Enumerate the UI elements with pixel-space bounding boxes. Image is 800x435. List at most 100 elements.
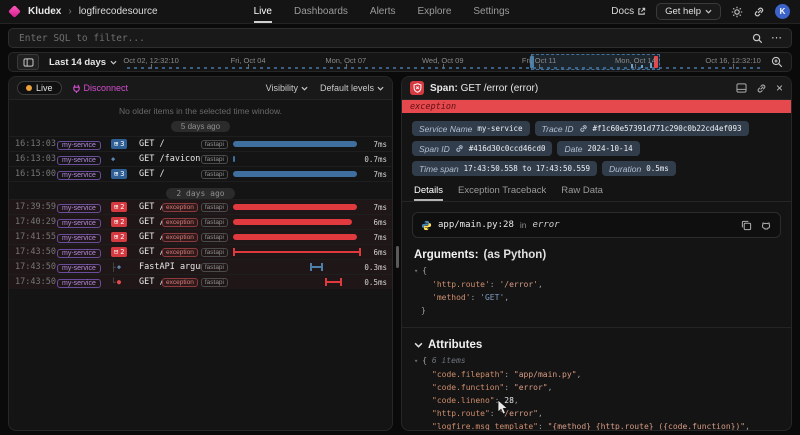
code-location-bar[interactable]: app/main.py:28 in error	[412, 212, 781, 238]
row-marker[interactable]: ⊞2	[111, 217, 139, 226]
row-marker[interactable]: ⊟2	[111, 247, 139, 256]
chip-label: Span ID	[419, 144, 450, 154]
tag-fastapi: fastapi	[201, 233, 228, 242]
tag-fastapi: fastapi	[201, 218, 228, 227]
zoom-in-icon[interactable]	[771, 56, 783, 68]
timeline-baseline	[127, 67, 761, 69]
row-message: GET /	[139, 139, 201, 149]
levels-dropdown[interactable]: Default levels	[320, 83, 384, 93]
visibility-dropdown[interactable]: Visibility	[266, 83, 308, 93]
tree-connector: ├	[111, 263, 116, 272]
live-toggle-button[interactable]: Live	[17, 81, 62, 95]
close-icon[interactable]: ×	[776, 82, 783, 94]
external-link-icon	[637, 7, 646, 16]
fold-chevron-icon[interactable]: ▾	[414, 357, 418, 365]
nav-settings[interactable]: Settings	[473, 0, 509, 23]
breadcrumb-project[interactable]: logfirecodesource	[79, 6, 158, 17]
visibility-label: Visibility	[266, 83, 298, 93]
timeline-tick-mark	[539, 64, 540, 69]
children-count-badge[interactable]: ⊟2	[111, 247, 127, 256]
fold-chevron-icon[interactable]: ▾	[414, 267, 418, 275]
trace-row[interactable]: 17:43:50my-service⊟2GET /errorexceptionf…	[9, 244, 392, 259]
children-count-badge[interactable]: ⊞2	[111, 217, 127, 226]
trace-row[interactable]: 17:43:50my-service└●GET /error (error)ex…	[9, 274, 392, 289]
trace-row[interactable]: 16:13:03my-service⊞3GET /fastapi7ms	[9, 136, 392, 151]
service-tag: my-service	[57, 156, 101, 165]
row-service: my-service	[57, 202, 111, 213]
nav-dashboards[interactable]: Dashboards	[294, 0, 348, 23]
children-count-badge[interactable]: ⊞2	[111, 232, 127, 241]
tag-fastapi: fastapi	[201, 140, 228, 149]
breadcrumb-separator: ›	[68, 6, 71, 17]
tag-fastapi: fastapi	[201, 170, 228, 179]
dock-panel-icon[interactable]	[736, 83, 747, 93]
copy-icon[interactable]	[741, 220, 752, 231]
trace-row[interactable]: 17:39:59my-service⊞2GET /errorexceptionf…	[9, 199, 392, 214]
share-link-icon[interactable]	[753, 6, 765, 18]
row-marker[interactable]: ├◆	[111, 263, 139, 272]
docs-link[interactable]: Docs	[611, 6, 646, 17]
row-timestamp: 16:15:00	[15, 169, 57, 179]
row-marker[interactable]: └●	[111, 278, 139, 287]
disconnect-button[interactable]: Disconnect	[72, 83, 129, 93]
sidebar-toggle-icon[interactable]	[17, 54, 39, 70]
get-help-button[interactable]: Get help	[656, 3, 721, 20]
row-marker[interactable]: ⊞2	[111, 232, 139, 241]
theme-toggle-icon[interactable]	[731, 6, 743, 18]
breadcrumb-org[interactable]: Kludex	[28, 6, 61, 17]
code-function-name: error	[532, 220, 559, 230]
attributes-heading[interactable]: Attributes	[414, 339, 779, 351]
trace-row[interactable]: 17:41:55my-service⊞2GET /errorexceptionf…	[9, 229, 392, 244]
children-count-badge[interactable]: ⊞3	[111, 139, 127, 148]
children-count-badge[interactable]: ⊞3	[111, 169, 127, 178]
disconnect-label: Disconnect	[84, 83, 129, 93]
trace-row[interactable]: 17:43:50my-service├◆FastAPI argumentsfas…	[9, 259, 392, 274]
time-range-label: Last 14 days	[49, 57, 106, 68]
row-timestamp: 16:13:03	[15, 154, 57, 164]
service-tag: my-service	[57, 234, 101, 243]
chip-value: #f1c60e57391d771c290c0b22cd4ef093	[593, 124, 742, 133]
time-range-selector[interactable]: Last 14 days	[49, 57, 117, 68]
user-avatar[interactable]: K	[775, 4, 790, 19]
row-marker[interactable]: ⊞3	[111, 139, 139, 148]
tab-raw-data[interactable]: Raw Data	[561, 185, 603, 201]
trace-row[interactable]: 17:40:29my-service⊞2GET /errorexceptionf…	[9, 214, 392, 229]
group-row: 2 days ago	[9, 181, 392, 199]
row-marker[interactable]: ⊞3	[111, 169, 139, 178]
timeline-track[interactable]: Oct 02, 12:32:10Fri, Oct 04Mon, Oct 07We…	[127, 53, 761, 71]
tab-exception-traceback[interactable]: Exception Traceback	[458, 185, 546, 201]
meta-chip: Time span17:43:50.558 to 17:43:50.559	[412, 161, 597, 176]
link-icon	[455, 144, 464, 153]
error-dot-icon: ●	[117, 278, 121, 286]
span-detail-panel: Span: GET /error (error) × exception Ser…	[401, 76, 792, 431]
timeline-tick-mark	[635, 64, 636, 69]
live-status-dot	[26, 85, 32, 91]
row-marker[interactable]: ⊞2	[111, 202, 139, 211]
search-icon[interactable]	[752, 33, 763, 44]
trace-row[interactable]: 16:13:03my-service◆GET /favicon.icofasta…	[9, 151, 392, 166]
row-bar-zone	[233, 203, 357, 212]
nav-live[interactable]: Live	[254, 0, 272, 23]
expand-icon: ⊞	[114, 233, 118, 241]
duration-bar	[233, 234, 357, 240]
nav-alerts[interactable]: Alerts	[370, 0, 396, 23]
row-marker[interactable]: ◆	[111, 155, 139, 163]
github-icon[interactable]	[761, 220, 772, 231]
children-count-badge[interactable]: ⊞2	[111, 202, 127, 211]
service-tag: my-service	[57, 249, 101, 258]
code-line: ▾{ 6 items	[414, 354, 779, 368]
panel-divider[interactable]	[393, 76, 401, 431]
row-bar-zone	[233, 263, 357, 272]
divider-drag-handle[interactable]	[396, 246, 399, 268]
more-options-icon[interactable]: ⋯	[771, 33, 783, 44]
trace-list-panel: Live Disconnect Visibility Default level…	[8, 76, 393, 431]
chevron-down-icon	[414, 342, 423, 348]
timeline-activity-bar	[650, 63, 652, 68]
timeline-bar: Last 14 days Oct 02, 12:32:10Fri, Oct 04…	[8, 52, 792, 72]
nav-explore[interactable]: Explore	[417, 0, 451, 23]
trace-row[interactable]: 16:15:00my-service⊞3GET /fastapi7ms	[9, 166, 392, 181]
sql-input[interactable]	[17, 32, 744, 45]
tab-details[interactable]: Details	[414, 185, 443, 201]
plug-icon	[72, 84, 81, 93]
copy-link-icon[interactable]	[756, 83, 767, 94]
